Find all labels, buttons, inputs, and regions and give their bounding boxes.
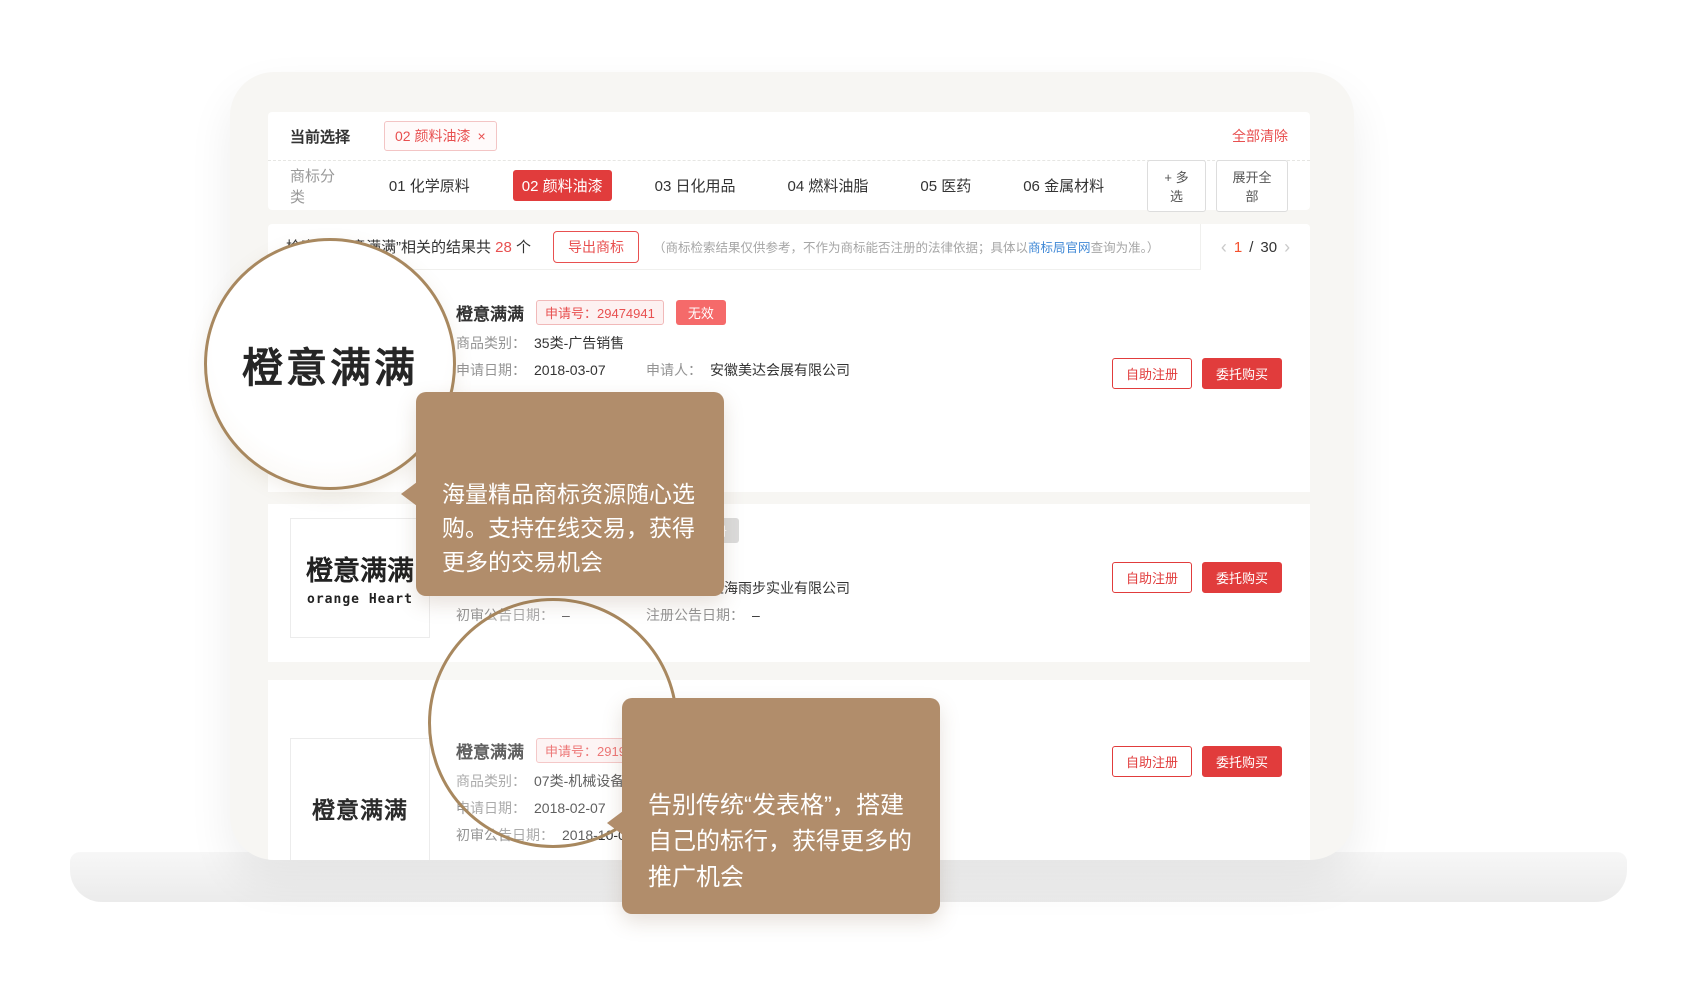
- registration-publication-value: –: [752, 607, 760, 624]
- category-value: 35类-广告销售: [534, 335, 624, 352]
- callout-bubble: 海量精品商标资源随心选 购。支持在线交易，获得 更多的交易机会: [416, 392, 724, 596]
- selected-filter-tag[interactable]: 02 颜料油漆 ×: [384, 121, 497, 151]
- tab-class-02[interactable]: 02 颜料油漆: [513, 170, 612, 201]
- row-actions: 自助注册 委托购买: [1112, 746, 1282, 777]
- applicant-value: 上海雨步实业有限公司: [710, 580, 850, 597]
- selected-filter-tag-text: 02 颜料油漆: [395, 126, 470, 146]
- disclaimer-pre: （商标检索结果仅供参考，不作为商标能否注册的法律依据；具体以: [653, 241, 1028, 255]
- entrust-buy-button[interactable]: 委托购买: [1202, 358, 1282, 389]
- trademark-image-text: 橙意满满: [312, 791, 408, 825]
- export-trademark-button[interactable]: 导出商标: [553, 231, 639, 263]
- trademark-office-link[interactable]: 商标局官网: [1028, 241, 1091, 255]
- tab-class-01[interactable]: 01 化学原料: [380, 170, 479, 201]
- tag-close-icon[interactable]: ×: [477, 129, 485, 143]
- row-actions: 自助注册 委托购买: [1112, 358, 1282, 389]
- registration-publication-label: 注册公告日期：: [646, 607, 744, 624]
- callout-bubble: 告别传统“发表格”，搭建 自己的标行，获得更多的 推广机会: [622, 698, 940, 914]
- trademark-title-line: 橙意满满 申请号：29474941 无效: [456, 300, 1112, 325]
- callout-arrow: [607, 811, 623, 835]
- total-pages: 30: [1260, 239, 1277, 256]
- detail-line: 申请日期： 2018-03-07 申请人： 安徽美达会展有限公司: [456, 362, 1112, 379]
- expand-all-button[interactable]: 展开全部: [1216, 160, 1288, 212]
- tab-class-04[interactable]: 04 燃料油脂: [779, 170, 878, 201]
- trademark-name: 橙意满满: [456, 300, 524, 325]
- self-register-button[interactable]: 自助注册: [1112, 562, 1192, 593]
- row-actions: 自助注册 委托购买: [1112, 562, 1282, 593]
- disclaimer: （商标检索结果仅供参考，不作为商标能否注册的法律依据；具体以商标局官网查询为准。…: [653, 237, 1159, 256]
- applicant-label: 申请人：: [646, 362, 702, 379]
- summary-suffix: 个: [512, 239, 531, 256]
- trademark-image: 橙意满满 orange Heart: [290, 518, 430, 638]
- trademark-image: 橙意满满: [290, 738, 430, 860]
- callout-text: 告别传统“发表格”，搭建 自己的标行，获得更多的 推广机会: [648, 792, 912, 891]
- callout-arrow: [401, 482, 417, 506]
- pagination: ‹ 1 / 30 ›: [1200, 224, 1310, 270]
- category-actions: + 多选 展开全部: [1147, 160, 1288, 212]
- apply-date-label: 申请日期：: [456, 362, 526, 379]
- trademark-image-text: 橙意满满: [306, 549, 414, 588]
- entrust-buy-button[interactable]: 委托购买: [1202, 746, 1282, 777]
- applicant-value: 安徽美达会展有限公司: [710, 362, 850, 379]
- results-header: 检索到“橙意满满”相关的结果共 28 个 导出商标 （商标检索结果仅供参考，不作…: [268, 224, 1310, 270]
- application-number-tag: 申请号：29474941: [536, 300, 664, 325]
- current-page: 1: [1234, 239, 1242, 256]
- multi-select-button[interactable]: + 多选: [1147, 160, 1206, 212]
- clear-all-link[interactable]: 全部清除: [1232, 126, 1288, 146]
- tab-class-06[interactable]: 06 金属材料: [1014, 170, 1113, 201]
- disclaimer-post: 查询为准。）: [1091, 241, 1160, 255]
- result-count: 28: [495, 239, 512, 256]
- current-selection-row: 当前选择 02 颜料油漆 × 全部清除: [268, 112, 1310, 161]
- current-selection-label: 当前选择: [290, 126, 350, 147]
- detail-line: 商品类别： 35类-广告销售: [456, 335, 1112, 352]
- self-register-button[interactable]: 自助注册: [1112, 746, 1192, 777]
- entrust-buy-button[interactable]: 委托购买: [1202, 562, 1282, 593]
- tab-class-05[interactable]: 05 医药: [911, 170, 980, 201]
- callout-text: 海量精品商标资源随心选 购。支持在线交易，获得 更多的交易机会: [442, 481, 695, 575]
- prev-page-icon[interactable]: ‹: [1221, 238, 1227, 256]
- page-separator: /: [1249, 239, 1253, 256]
- category-field-label: 商品类别：: [456, 335, 526, 352]
- self-register-button[interactable]: 自助注册: [1112, 358, 1192, 389]
- next-page-icon[interactable]: ›: [1284, 238, 1290, 256]
- tab-class-03[interactable]: 03 日化用品: [646, 170, 745, 201]
- application-number-label: 申请号：: [545, 306, 597, 321]
- trademark-image-subtext: orange Heart: [307, 592, 413, 607]
- category-label: 商标分类: [290, 165, 346, 207]
- application-number: 29474941: [597, 306, 655, 321]
- trademark-details: 橙意满满 申请号：29474941 无效 商品类别： 35类-广告销售 申请日期：…: [456, 300, 1112, 379]
- status-badge: 无效: [676, 300, 726, 325]
- magnified-trademark-text: 橙意满满: [242, 334, 418, 394]
- apply-date-value: 2018-03-07: [534, 362, 606, 379]
- filter-panel: 当前选择 02 颜料油漆 × 全部清除 商标分类 01 化学原料 02 颜料油漆…: [268, 112, 1310, 210]
- category-row: 商标分类 01 化学原料 02 颜料油漆 03 日化用品 04 燃料油脂 05 …: [268, 161, 1310, 210]
